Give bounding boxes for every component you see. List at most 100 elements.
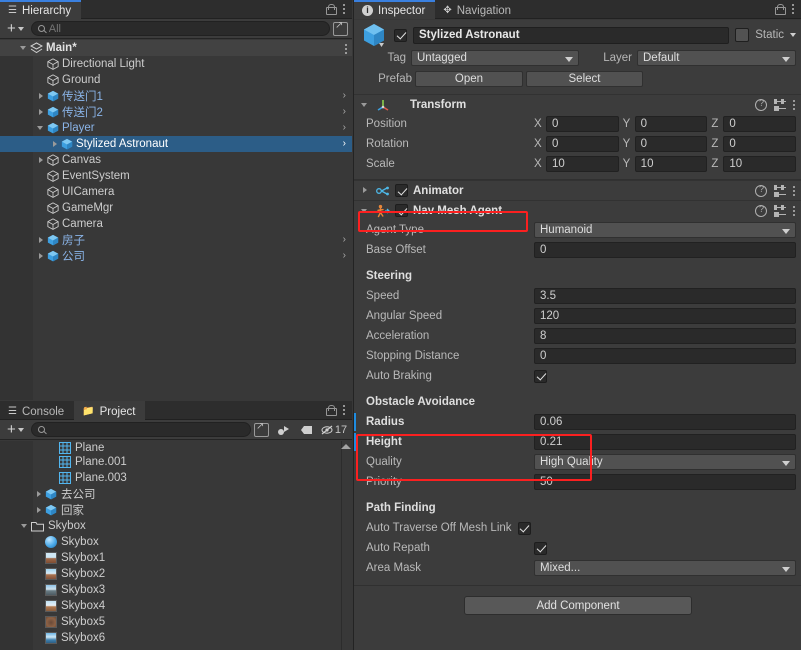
radius-field[interactable]: 0.06	[534, 414, 796, 430]
project-item-11[interactable]: Skybox5	[0, 614, 340, 630]
project-item-foldout-icon[interactable]	[20, 521, 31, 532]
agent-type-dropdown[interactable]: Humanoid	[534, 222, 796, 238]
project-item-7[interactable]: Skybox1	[0, 550, 340, 566]
hierarchy-item-12[interactable]: 公司 ›	[0, 248, 352, 264]
hierarchy-item-foldout-icon[interactable]	[50, 139, 61, 150]
project-item-3[interactable]: 去公司	[0, 486, 340, 502]
lock-icon[interactable]	[326, 404, 337, 416]
filter-type-icon[interactable]	[273, 422, 293, 438]
help-icon[interactable]	[755, 204, 767, 217]
help-icon[interactable]	[755, 98, 767, 111]
hierarchy-item-foldout-icon[interactable]	[36, 107, 47, 118]
scene-foldout-icon[interactable]	[19, 43, 30, 54]
settings-sliders-icon[interactable]	[774, 183, 786, 198]
acceleration-field[interactable]: 8	[534, 328, 796, 344]
navmesh-menu-icon[interactable]	[793, 206, 795, 216]
hierarchy-search-field[interactable]	[48, 22, 325, 35]
hierarchy-search-input[interactable]	[30, 21, 330, 36]
prefab-enter-arrow-icon[interactable]: ›	[343, 139, 346, 149]
create-object-button[interactable]: +	[3, 21, 28, 37]
layer-dropdown[interactable]: Default	[637, 50, 796, 66]
tab-console[interactable]: ☰ Console	[0, 401, 74, 420]
transform-y-field[interactable]: 0	[634, 136, 708, 152]
project-item-6[interactable]: Skybox	[0, 534, 340, 550]
add-component-button[interactable]: Add Component	[464, 596, 692, 615]
lock-icon[interactable]	[326, 3, 337, 15]
hierarchy-item-7[interactable]: EventSystem	[0, 168, 352, 184]
animator-menu-icon[interactable]	[793, 186, 795, 196]
prefab-select-button[interactable]: Select	[526, 71, 643, 87]
project-search-input[interactable]	[30, 422, 251, 437]
project-item-5[interactable]: Skybox	[0, 518, 340, 534]
settings-sliders-icon[interactable]	[774, 97, 786, 112]
transform-x-field[interactable]: 0	[546, 136, 619, 152]
hierarchy-item-10[interactable]: Camera	[0, 216, 352, 232]
animator-enabled-checkbox[interactable]	[395, 184, 408, 197]
hierarchy-item-3[interactable]: 传送门2 ›	[0, 104, 352, 120]
inspector-menu-icon[interactable]	[792, 4, 794, 14]
static-checkbox[interactable]	[735, 28, 750, 42]
filter-label-icon[interactable]	[296, 422, 316, 438]
hierarchy-item-4[interactable]: Player ›	[0, 120, 352, 136]
transform-z-field[interactable]: 0	[723, 136, 797, 152]
prefab-enter-arrow-icon[interactable]: ›	[343, 123, 346, 133]
transform-menu-icon[interactable]	[793, 100, 795, 110]
project-item-4[interactable]: 回家	[0, 502, 340, 518]
hierarchy-tree[interactable]: Main* Directional Light Ground 传送门1 › 传送门2 › P…	[0, 40, 352, 400]
navmesh-foldout-icon[interactable]	[360, 205, 371, 216]
hierarchy-item-foldout-icon[interactable]	[36, 91, 47, 102]
angular-speed-field[interactable]: 120	[534, 308, 796, 324]
scroll-up-arrow-icon[interactable]	[341, 444, 351, 449]
priority-field[interactable]: 50	[534, 474, 796, 490]
settings-sliders-icon[interactable]	[774, 203, 786, 218]
create-asset-button[interactable]: +	[3, 422, 28, 438]
prefab-enter-arrow-icon[interactable]: ›	[343, 91, 346, 101]
project-scrollbar[interactable]	[341, 441, 352, 650]
static-dropdown-icon[interactable]	[790, 33, 796, 37]
transform-foldout-icon[interactable]	[360, 99, 371, 110]
transform-component-header[interactable]: Transform	[354, 94, 801, 114]
transform-z-field[interactable]: 0	[723, 116, 797, 132]
hierarchy-item-foldout-icon[interactable]	[36, 235, 47, 246]
auto-traverse-checkbox[interactable]	[517, 521, 531, 535]
prefab-enter-arrow-icon[interactable]: ›	[343, 235, 346, 245]
area-mask-dropdown[interactable]: Mixed...	[534, 560, 796, 576]
transform-y-field[interactable]: 0	[634, 116, 708, 132]
hierarchy-menu-icon[interactable]	[343, 4, 345, 14]
animator-component-header[interactable]: Animator	[354, 180, 801, 200]
hierarchy-item-foldout-icon[interactable]	[36, 251, 47, 262]
help-icon[interactable]	[755, 184, 767, 197]
tab-navigation[interactable]: ✥ Navigation	[435, 0, 521, 19]
hierarchy-item-6[interactable]: Canvas	[0, 152, 352, 168]
tab-hierarchy[interactable]: ☰ Hierarchy	[0, 0, 82, 19]
hierarchy-item-2[interactable]: 传送门1 ›	[0, 88, 352, 104]
navmesh-enabled-checkbox[interactable]	[395, 204, 408, 217]
project-item-12[interactable]: Skybox6	[0, 630, 340, 646]
project-tree[interactable]: Plane Plane.001 Plane.003 去公司 回家 Skybox Skybox…	[0, 441, 352, 650]
hierarchy-scene-row[interactable]: Main*	[0, 40, 352, 56]
transform-x-field[interactable]: 10	[546, 156, 619, 172]
hierarchy-item-foldout-icon[interactable]	[36, 123, 47, 134]
hierarchy-item-5[interactable]: Stylized Astronaut ›	[0, 136, 352, 152]
prefab-enter-arrow-icon[interactable]: ›	[343, 251, 346, 261]
navmesh-component-header[interactable]: Nav Mesh Agent	[354, 200, 801, 220]
quality-dropdown[interactable]: High Quality	[534, 454, 796, 470]
gameobject-name-field[interactable]: Stylized Astronaut	[413, 26, 730, 44]
hierarchy-popout-icon[interactable]	[333, 20, 348, 36]
lock-icon[interactable]	[775, 3, 786, 15]
project-item-0[interactable]: Plane	[0, 441, 340, 454]
auto-braking-checkbox[interactable]	[534, 369, 547, 383]
height-field[interactable]: 0.21	[534, 434, 796, 450]
project-item-9[interactable]: Skybox3	[0, 582, 340, 598]
transform-z-field[interactable]: 10	[723, 156, 797, 172]
project-popout-icon[interactable]	[254, 421, 269, 437]
stopping-distance-field[interactable]: 0	[534, 348, 796, 364]
project-item-2[interactable]: Plane.003	[0, 470, 340, 486]
hierarchy-item-8[interactable]: UICamera	[0, 184, 352, 200]
hidden-packages-count[interactable]: 17	[319, 422, 349, 438]
tag-dropdown[interactable]: Untagged	[411, 50, 579, 66]
project-menu-icon[interactable]	[343, 405, 345, 415]
hierarchy-item-0[interactable]: Directional Light	[0, 56, 352, 72]
project-item-foldout-icon[interactable]	[34, 505, 45, 516]
transform-y-field[interactable]: 10	[634, 156, 708, 172]
